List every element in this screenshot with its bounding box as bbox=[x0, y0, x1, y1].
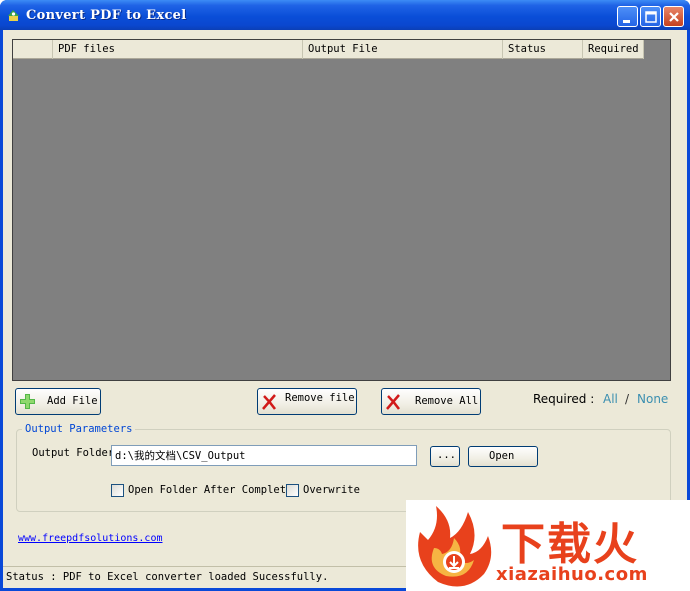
overwrite-label: Overwrite bbox=[303, 484, 360, 496]
remove-file-button[interactable]: Remove file bbox=[257, 388, 357, 415]
column-status[interactable]: Status bbox=[503, 40, 583, 59]
app-logo-icon bbox=[8, 10, 19, 21]
column-required[interactable]: Required bbox=[583, 40, 644, 59]
window-title: Convert PDF to Excel bbox=[26, 8, 187, 23]
grid-header: PDF files Output File Status Required bbox=[13, 40, 644, 59]
flame-logo-icon bbox=[418, 506, 492, 587]
browse-label: ... bbox=[437, 449, 456, 461]
required-all-link[interactable]: All bbox=[603, 392, 618, 406]
open-folder-after-complete-label: Open Folder After Complete bbox=[128, 484, 293, 496]
maximize-button[interactable] bbox=[640, 6, 661, 27]
watermark-overlay: 下载火 xiazaihuo.com bbox=[406, 500, 690, 591]
remove-file-label: Remove file bbox=[285, 392, 355, 404]
close-icon bbox=[669, 12, 679, 22]
add-file-button[interactable]: Add File bbox=[15, 388, 101, 415]
status-text: Status : PDF to Excel converter loaded S… bbox=[6, 571, 329, 583]
close-button[interactable] bbox=[663, 6, 684, 27]
watermark-site-text: xiazaihuo.com bbox=[496, 564, 648, 585]
open-button[interactable]: Open bbox=[468, 446, 538, 467]
column-pdf-files[interactable]: PDF files bbox=[53, 40, 303, 59]
required-separator: / bbox=[625, 392, 630, 406]
minimize-icon bbox=[623, 20, 630, 23]
remove-all-x-icon bbox=[386, 394, 401, 410]
remove-all-label: Remove All bbox=[415, 395, 479, 407]
maximize-icon bbox=[645, 11, 657, 23]
overwrite-checkbox[interactable] bbox=[286, 484, 299, 497]
output-folder-input[interactable]: d:\我的文档\CSV_Output bbox=[111, 445, 417, 466]
output-parameters-title: Output Parameters bbox=[22, 423, 136, 435]
browse-button[interactable]: ... bbox=[430, 446, 460, 467]
website-link[interactable]: www.freepdfsolutions.com bbox=[18, 533, 163, 544]
remove-all-button[interactable]: Remove All bbox=[381, 388, 481, 415]
required-none-link[interactable]: None bbox=[637, 392, 668, 406]
plus-icon bbox=[20, 394, 35, 409]
open-label: Open bbox=[489, 450, 515, 462]
column-output-file[interactable]: Output File bbox=[303, 40, 503, 59]
title-bar[interactable]: Convert PDF to Excel bbox=[0, 0, 690, 30]
open-folder-after-complete-checkbox[interactable] bbox=[111, 484, 124, 497]
remove-x-icon bbox=[262, 394, 277, 410]
minimize-button[interactable] bbox=[617, 6, 638, 27]
output-folder-label: Output Folder bbox=[32, 447, 115, 459]
required-label: Required : bbox=[533, 392, 595, 406]
grid-header-corner[interactable] bbox=[13, 40, 53, 59]
add-file-label: Add File bbox=[47, 395, 98, 407]
file-grid[interactable]: PDF files Output File Status Required bbox=[12, 39, 671, 381]
watermark-logo-text: 下载火 bbox=[501, 519, 639, 570]
